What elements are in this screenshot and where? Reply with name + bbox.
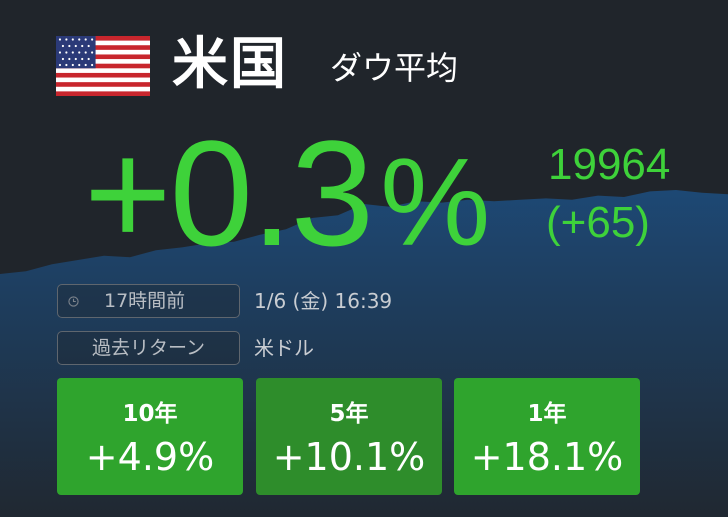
change-percent-value: +0.3 <box>84 109 374 277</box>
return-period: 10年 <box>122 401 178 427</box>
return-card-1y[interactable]: 1年 +18.1% <box>454 378 640 495</box>
return-card-10y[interactable]: 10年 +4.9% <box>57 378 243 495</box>
index-level: 19964 <box>548 140 671 189</box>
market-index-screen: 米国 ダウ平均 +0.3% 19964 (+65) 17時間前 1/6 (金) … <box>0 0 728 517</box>
update-datetime: 1/6 (金) 16:39 <box>254 289 393 313</box>
currency-label: 米ドル <box>254 336 314 360</box>
clock-icon <box>68 296 79 307</box>
return-value: +10.1% <box>272 435 426 479</box>
elapsed-time-badge: 17時間前 <box>57 284 240 318</box>
return-value: +4.9% <box>85 435 215 479</box>
return-card-5y[interactable]: 5年 +10.1% <box>256 378 442 495</box>
us-flag-icon <box>56 36 150 96</box>
past-returns-label: 過去リターン <box>57 331 240 365</box>
elapsed-time-label: 17時間前 <box>104 290 186 312</box>
index-name: ダウ平均 <box>330 49 459 87</box>
return-value: +18.1% <box>470 435 624 479</box>
country-name: 米国 <box>172 32 288 97</box>
percent-sign: % <box>380 134 491 272</box>
change-points: (+65) <box>546 198 650 247</box>
return-period: 1年 <box>527 401 567 427</box>
return-period: 5年 <box>329 401 369 427</box>
